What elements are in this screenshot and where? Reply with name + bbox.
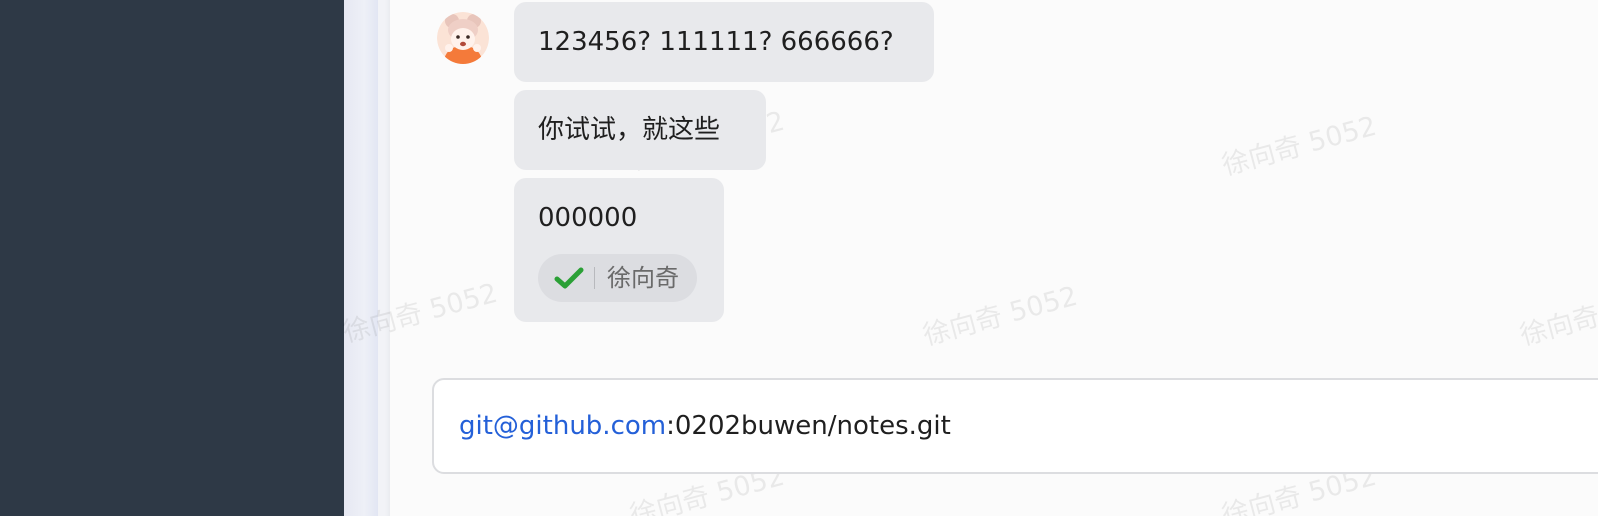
read-receipt-name: 徐向奇 <box>607 264 679 292</box>
cartoon-avatar-icon <box>437 12 489 64</box>
message-bubble[interactable]: 你试试，就这些 <box>514 90 766 170</box>
message-input[interactable]: git@github.com:0202buwen/notes.git <box>432 378 1598 474</box>
check-icon <box>554 267 584 289</box>
sender-avatar[interactable] <box>437 12 489 64</box>
input-email-link[interactable]: git@github.com <box>459 411 666 441</box>
message-text: 123456? 111111? 666666? <box>538 27 894 57</box>
message-text: 000000 <box>538 203 638 233</box>
message-bubble[interactable]: 123456? 111111? 666666? <box>514 2 934 82</box>
read-receipt[interactable]: 徐向奇 <box>538 254 697 302</box>
message-text: 你试试，就这些 <box>538 115 721 145</box>
message-bubble[interactable]: 000000 徐向奇 <box>514 178 724 322</box>
sidebar-edge <box>344 0 378 516</box>
receipt-divider <box>594 267 595 289</box>
input-text: :0202buwen/notes.git <box>666 411 951 441</box>
sidebar <box>0 0 344 516</box>
